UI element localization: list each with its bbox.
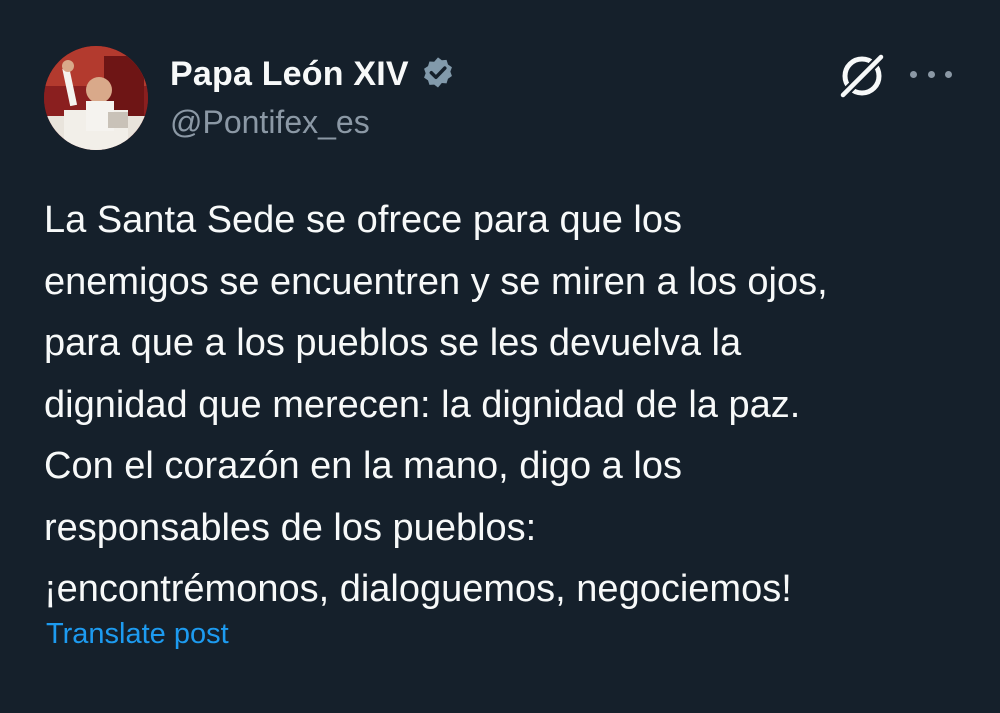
post-text-line: responsables de los pueblos: (44, 506, 537, 549)
translate-post-link[interactable]: Translate post (46, 618, 229, 651)
post-text-line: para que a los pueblos se les devuelva l… (44, 322, 742, 364)
post-text: La Santa Sede se ofrece para que los ene… (44, 190, 964, 621)
post-text-line: dignidad que merecen: la dignidad de la … (44, 383, 801, 426)
avatar[interactable] (44, 46, 148, 150)
more-options-icon[interactable] (908, 54, 954, 94)
author-display-name[interactable]: Papa León XIV (170, 55, 409, 94)
grok-icon[interactable] (836, 50, 888, 102)
more-dot (927, 70, 935, 78)
author-name-row[interactable]: Papa León XIV (170, 52, 457, 96)
more-dot (910, 70, 917, 78)
more-dot (945, 70, 952, 78)
post-text-line: ¡encontrémonos, dialoguemos, negociemos! (44, 568, 792, 610)
pope-avatar-icon (44, 46, 148, 150)
post-text-line: enemigos se encuentren y se miren a los … (44, 260, 828, 303)
author-handle[interactable]: @Pontifex_es (170, 104, 370, 141)
post-text-line: Con el corazón en la mano, digo a los (44, 445, 682, 487)
post-text-line: La Santa Sede se ofrece para que los (44, 199, 683, 241)
verified-badge-icon (423, 57, 452, 88)
